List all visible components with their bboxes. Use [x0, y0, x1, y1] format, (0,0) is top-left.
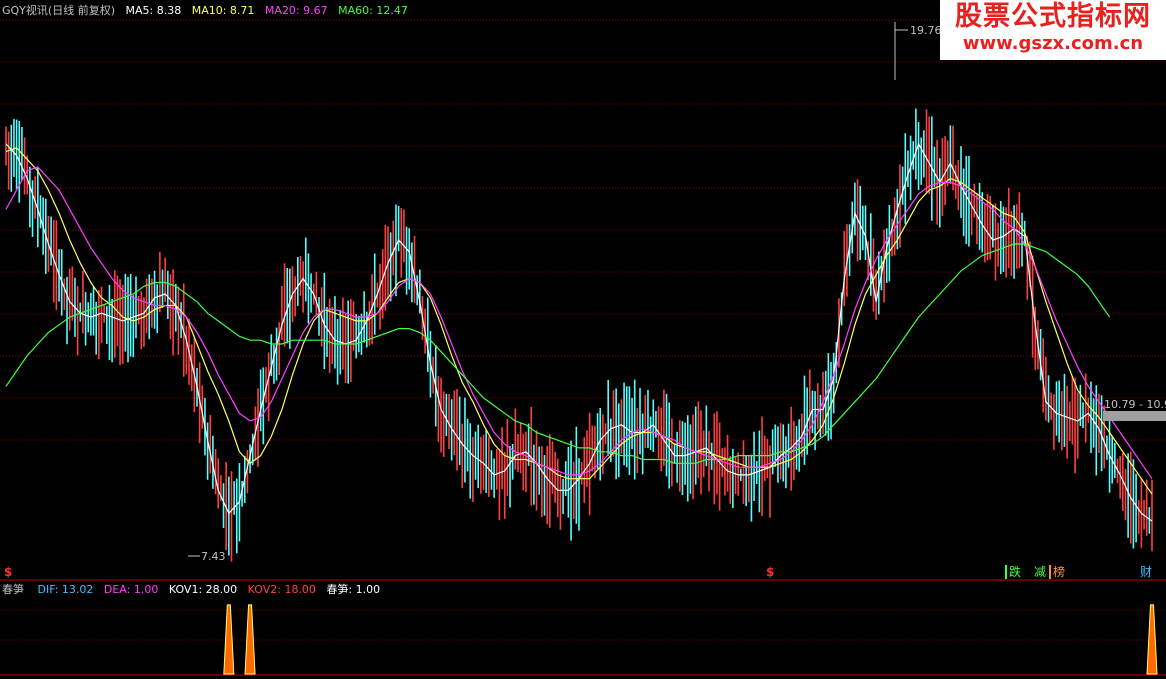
signal-spike [223, 604, 235, 675]
dif-value: DIF: 13.02 [37, 583, 94, 596]
ma10-value: MA10: 8.71 [191, 4, 255, 17]
signal-spike [244, 604, 256, 675]
tag-cai[interactable]: 财 [1140, 565, 1152, 579]
signal-spike [1146, 604, 1158, 675]
dollar-marker-mid: $ [766, 565, 775, 579]
dollar-marker-left: $ [4, 565, 13, 579]
dea-value: DEA: 1.00 [103, 583, 159, 596]
price-grid [0, 19, 1166, 676]
range-label: 10.79 - 10.9 [1104, 398, 1166, 411]
indicator-panel [223, 604, 1158, 675]
stock-title: GQY视讯(日线 前复权) [2, 4, 115, 17]
tag-die[interactable]: 跌 [1005, 565, 1021, 579]
tag-bang[interactable]: 榜 [1049, 565, 1065, 579]
ma-line-ma60 [5, 243, 1111, 464]
candles[interactable] [5, 108, 1153, 562]
stock-chart: 19.76 7.43 10.79 - 10.9 [0, 19, 1166, 676]
main-legend: GQY视讯(日线 前复权) MA5: 8.38 MA10: 8.71 MA20:… [2, 4, 415, 18]
indicator-name: 春笋 [2, 583, 24, 596]
range-highlight [1103, 411, 1166, 421]
kov1-value: KOV1: 28.00 [168, 583, 238, 596]
watermark-url: www.gszx.com.cn [962, 33, 1144, 54]
tag-jian[interactable]: 减 [1034, 565, 1046, 579]
ma60-value: MA60: 12.47 [338, 4, 408, 17]
watermark-title: 股票公式指标网 [955, 1, 1151, 32]
ma5-value: MA5: 8.38 [125, 4, 182, 17]
indicator-legend: 春笋 DIF: 13.02 DEA: 1.00 KOV1: 28.00 KOV2… [2, 583, 387, 597]
low-price-label: 7.43 [201, 550, 226, 563]
high-price-label: 19.76 [910, 24, 942, 37]
kov2-value: KOV2: 18.00 [247, 583, 316, 596]
ma20-value: MA20: 9.67 [264, 4, 328, 17]
watermark-logo: 股票公式指标网 www.gszx.com.cn [940, 0, 1166, 60]
signal-value: 春笋: 1.00 [326, 583, 381, 596]
